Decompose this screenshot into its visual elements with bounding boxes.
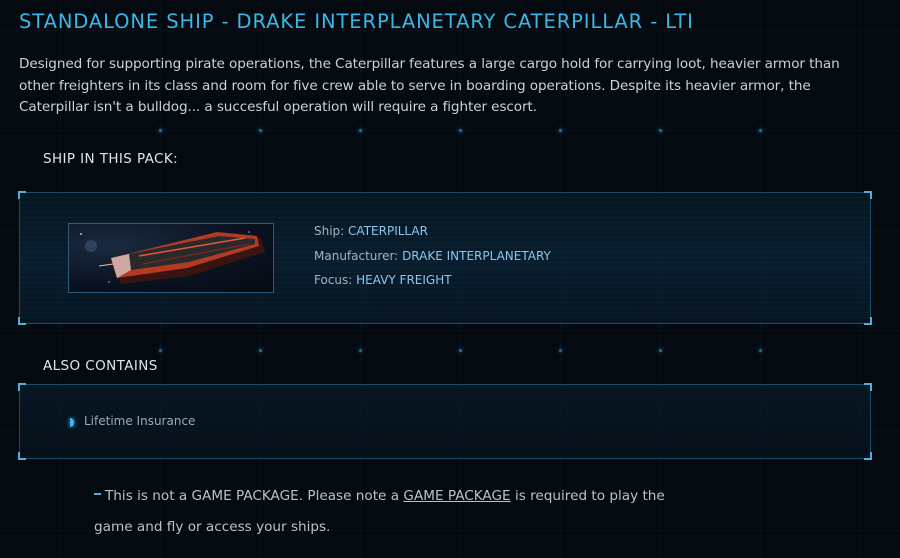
grid-dot <box>659 349 662 352</box>
ship-section-label: SHIP IN THIS PACK: <box>43 151 179 167</box>
contains-item-lifetime-insurance: Lifetime Insurance <box>84 414 196 428</box>
page-title: STANDALONE SHIP - DRAKE INTERPLANETARY C… <box>19 10 694 33</box>
contains-panel: Lifetime Insurance <box>18 383 872 460</box>
grid-dot <box>559 129 562 132</box>
grid-dot <box>459 349 462 352</box>
grid-dot <box>359 349 362 352</box>
panel-corner <box>18 383 26 391</box>
panel-corner <box>864 191 872 199</box>
star <box>80 233 82 235</box>
ship-name-value: CATERPILLAR <box>348 224 428 238</box>
ship-description: Designed for supporting pirate operation… <box>19 56 840 115</box>
grid-dot <box>159 129 162 132</box>
ship-name-label: Ship: <box>314 224 345 238</box>
grid-dot <box>659 129 662 132</box>
grid-dot <box>259 349 262 352</box>
focus-value: HEAVY FREIGHT <box>356 273 452 287</box>
contains-section-label: ALSO CONTAINS <box>43 358 158 374</box>
panel-corner <box>864 383 872 391</box>
dash-icon <box>94 493 101 495</box>
ship-image[interactable] <box>68 223 274 293</box>
focus-label: Focus: <box>314 273 353 287</box>
note-text-before: This is not a GAME PACKAGE. Please note … <box>105 488 404 504</box>
panel-corner <box>18 452 26 460</box>
bullet-icon <box>70 418 74 427</box>
manufacturer-value: DRAKE INTERPLANETARY <box>402 249 551 263</box>
manufacturer-label: Manufacturer: <box>314 249 399 263</box>
panel-corner <box>864 452 872 460</box>
star <box>108 281 110 283</box>
ship-panel: Ship: CATERPILLAR Manufacturer: DRAKE IN… <box>18 191 872 325</box>
panel-corner <box>864 317 872 325</box>
grid-dot <box>759 129 762 132</box>
grid-dot <box>459 129 462 132</box>
nebula-glow <box>85 240 97 252</box>
grid-dot <box>759 349 762 352</box>
game-package-note: This is not a GAME PACKAGE. Please note … <box>94 481 694 543</box>
panel-corner <box>18 191 26 199</box>
focus-row: Focus: HEAVY FREIGHT <box>314 273 452 287</box>
star <box>248 231 250 233</box>
ship-illustration <box>80 231 265 284</box>
manufacturer-row: Manufacturer: DRAKE INTERPLANETARY <box>314 249 551 263</box>
grid-dot <box>159 349 162 352</box>
game-package-link[interactable]: GAME PACKAGE <box>403 488 510 504</box>
panel-corner <box>18 317 26 325</box>
grid-dot <box>259 129 262 132</box>
grid-dot <box>359 129 362 132</box>
ship-name-row: Ship: CATERPILLAR <box>314 224 428 238</box>
grid-dot <box>559 349 562 352</box>
